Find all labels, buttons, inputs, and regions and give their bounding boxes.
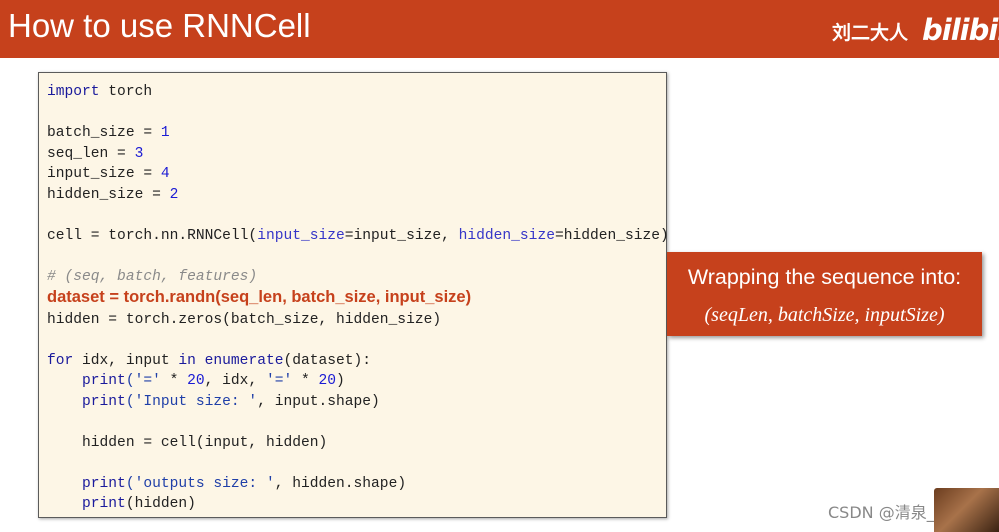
code-number: 2 [169,186,179,203]
code-text: , input.shape) [257,393,380,410]
code-number: 3 [134,145,144,162]
code-text: (hidden) [125,496,196,512]
code-line-6: hidden_size = 2 [47,187,178,203]
code-text: * [292,373,319,389]
title-bar: How to use RNNCell 刘二大人 bilibili [0,0,999,58]
code-line-8: cell = torch.nn.RNNCell(input_size=input… [47,228,669,244]
author-label: 刘二大人 [832,22,909,44]
code-text: idx, input [73,352,179,369]
code-string: ('=' [125,373,161,389]
code-line-20: print('outputs size: ', hidden.shape) [47,476,406,492]
code-number: 20 [318,373,337,389]
code-line-12: hidden = torch.zeros(batch_size, hidden_… [47,311,442,328]
bilibili-logo-icon: bilibili [922,13,999,47]
builtin-enumerate: enumerate [204,352,284,369]
highlighted-code-line: dataset = torch.randn(seq_len, batch_siz… [47,288,472,306]
code-line-5: input_size = 4 [47,166,170,182]
builtin-print: print [82,496,126,512]
code-line-1: import torch [47,84,152,100]
code-block: import torch batch_size = 1 seq_len = 3 … [38,72,669,518]
code-line-15: print('=' * 20, idx, '=' * 20) [47,373,345,389]
builtin-print: print [82,373,126,389]
code-string: ('Input size: ' [125,393,258,410]
code-line-3: batch_size = 1 [47,125,170,141]
code-line-18: hidden = cell(input, hidden) [47,434,328,451]
callout-formula: (seqLen, batchSize, inputSize) [704,304,945,326]
code-text: torch [99,84,153,100]
code-text: =hidden_size) [554,227,669,244]
code-string: '=' [265,373,293,389]
code-number: 4 [160,166,170,182]
code-line-14: for idx, input in enumerate(dataset): [47,353,371,369]
code-line-21: print(hidden) [47,496,196,512]
code-text: =input_size, [344,227,459,244]
code-kwarg: hidden_size [458,227,555,244]
code-text: , hidden.shape) [274,475,407,492]
code-text: hidden_size = [47,186,170,203]
code-text: * [160,373,188,389]
code-number: 1 [160,125,170,141]
code-string: ('outputs size: ' [125,475,275,492]
keyword-in: in [178,352,196,369]
code-text: input_size = [47,166,161,182]
code-kwarg: input_size [257,227,345,244]
code-comment: # (seq, batch, features) [47,268,258,285]
slide-title: How to use RNNCell [8,7,311,44]
code-text: (dataset): [283,352,372,369]
code-listing: import torch batch_size = 1 seq_len = 3 … [47,82,669,515]
code-line-4: seq_len = 3 [47,146,143,162]
builtin-print: print [82,393,126,410]
code-text: cell = torch.nn.RNNCell( [47,227,258,244]
code-number: 20 [187,373,205,389]
code-text: ) [336,373,345,389]
builtin-print: print [82,475,126,492]
code-text: seq_len = [47,145,135,162]
callout-text: Wrapping the sequence into: [687,265,962,289]
code-text: batch_size = [47,125,161,141]
code-text: , idx, [204,373,266,389]
presenter-thumbnail [934,488,999,532]
keyword-import: import [47,84,100,100]
callout-box: Wrapping the sequence into: (seqLen, bat… [667,252,982,336]
code-line-16: print('Input size: ', input.shape) [47,394,380,410]
keyword-for: for [47,352,74,369]
